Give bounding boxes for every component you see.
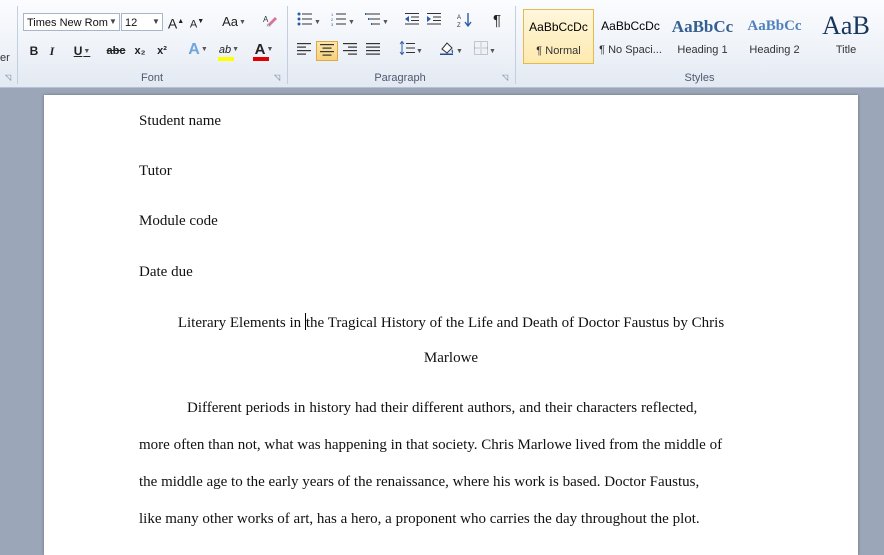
italic-button[interactable]: I <box>44 41 60 61</box>
style-name: ¶ No Spaci... <box>599 44 662 56</box>
subscript-button[interactable]: x₂ <box>131 41 149 61</box>
font-dialog-launcher-icon[interactable]: ◹ <box>274 74 282 82</box>
underline-icon: U <box>73 44 83 58</box>
multilevel-list-button[interactable]: ▼ <box>362 12 392 32</box>
highlight-icon: ab <box>218 44 232 56</box>
increase-indent-button[interactable] <box>424 12 444 32</box>
body-line: Different periods in history had their d… <box>187 400 698 416</box>
chevron-down-icon[interactable]: ▼ <box>150 14 162 30</box>
sort-icon: AZ <box>457 13 472 29</box>
ribbon: er ◹ Times New Rom ▼ 12 ▼ A▲ A▼ Aa▼ A B … <box>0 0 884 88</box>
superscript-button[interactable]: x² <box>153 41 171 61</box>
change-case-icon: Aa <box>222 14 238 29</box>
strikethrough-button[interactable]: abc <box>105 41 127 61</box>
align-right-button[interactable] <box>340 41 360 61</box>
font-group-label: Font <box>140 72 163 84</box>
bullets-icon <box>297 12 313 26</box>
text-effects-icon: A <box>188 41 200 59</box>
multilevel-list-icon <box>365 13 381 25</box>
shading-button[interactable]: ▼ <box>436 41 466 61</box>
style-name: Title <box>835 44 857 56</box>
text-effects-button[interactable]: A▼ <box>185 40 211 60</box>
highlight-color-bar <box>218 57 234 61</box>
tutor-line: Tutor <box>139 163 172 179</box>
align-right-icon <box>343 43 357 55</box>
grow-font-icon: A <box>167 15 178 32</box>
svg-text:A: A <box>263 15 269 24</box>
paragraph-dialog-launcher-icon[interactable]: ◹ <box>502 74 510 82</box>
increase-indent-icon <box>427 13 441 25</box>
style-normal[interactable]: AaBbCcDc ¶ Normal <box>523 9 594 64</box>
style-sample: AaBbCc <box>747 18 802 34</box>
numbering-button[interactable]: 1 2 3 ▼ <box>328 12 358 32</box>
style-name: ¶ Normal <box>536 45 581 57</box>
clipboard-dialog-launcher-icon[interactable]: ◹ <box>5 74 13 82</box>
align-center-icon <box>320 44 334 56</box>
essay-title-line-2: Marlowe <box>423 350 479 366</box>
shading-icon <box>440 42 454 55</box>
essay-title-line-1: Literary Elements in the Tragical Histor… <box>44 313 858 332</box>
style-sample: AaBbCc <box>671 17 734 36</box>
shrink-font-button[interactable]: A▼ <box>188 12 206 32</box>
body-line: the middle age to the early years of the… <box>139 474 700 490</box>
borders-button[interactable]: ▼ <box>470 41 500 61</box>
justify-icon <box>366 43 380 55</box>
line-spacing-icon <box>399 40 416 56</box>
sort-button[interactable]: AZ <box>455 12 475 32</box>
underline-button[interactable]: U▼ <box>70 41 94 61</box>
grow-font-button[interactable]: A▲ <box>167 12 185 32</box>
bold-button[interactable]: B <box>26 41 42 61</box>
font-color-bar <box>253 57 269 61</box>
module-code-line: Module code <box>139 213 218 229</box>
font-size-combo[interactable]: 12 ▼ <box>121 13 163 31</box>
svg-text:3: 3 <box>331 22 334 26</box>
body-line: like many other works of art, has a hero… <box>139 511 700 527</box>
line-spacing-button[interactable]: ▼ <box>396 40 426 61</box>
style-heading-1[interactable]: AaBbCc Heading 1 <box>667 9 738 64</box>
paragraph-group-label: Paragraph <box>374 72 426 84</box>
clear-formatting-icon: A <box>263 15 277 27</box>
student-name-line: Student name <box>139 113 222 129</box>
style-heading-2[interactable]: AaBbCc Heading 2 <box>739 9 810 64</box>
bullets-button[interactable]: ▼ <box>294 12 324 32</box>
style-sample: AaB <box>822 11 870 40</box>
font-name-combo[interactable]: Times New Rom ▼ <box>23 13 120 31</box>
font-size-value: 12 <box>125 17 138 29</box>
show-formatting-marks-button[interactable]: ¶ <box>487 11 507 31</box>
chevron-down-icon[interactable]: ▼ <box>107 14 119 30</box>
decrease-indent-button[interactable] <box>402 12 422 32</box>
style-sample: AaBbCcDc <box>601 19 660 33</box>
clear-formatting-button[interactable]: A <box>260 12 280 32</box>
style-name: Heading 2 <box>749 44 800 56</box>
styles-group-label: Styles <box>684 72 715 84</box>
document-page[interactable]: Student name Tutor Module code Date due … <box>44 95 858 555</box>
body-line: more often than not, what was happening … <box>139 437 723 453</box>
clipboard-group-edge: er <box>0 52 10 64</box>
font-name-value: Times New Rom <box>27 17 108 29</box>
change-case-button[interactable]: Aa▼ <box>220 12 248 32</box>
svg-text:Z: Z <box>457 23 461 28</box>
decrease-indent-icon <box>405 13 419 25</box>
font-color-icon: A <box>254 41 266 58</box>
style-sample: AaBbCcDc <box>529 20 588 34</box>
align-left-icon <box>297 43 311 55</box>
align-left-button[interactable] <box>294 41 314 61</box>
style-no-spacing[interactable]: AaBbCcDc ¶ No Spaci... <box>595 9 666 64</box>
justify-button[interactable] <box>363 41 383 61</box>
style-name: Heading 1 <box>677 44 728 56</box>
svg-text:A: A <box>457 15 461 21</box>
numbering-icon: 123 <box>331 12 347 27</box>
borders-icon <box>474 41 489 55</box>
align-center-button[interactable] <box>316 41 338 61</box>
essay-title-part-1: Literary Elements in <box>177 315 305 331</box>
date-due-line: Date due <box>139 264 193 280</box>
style-title[interactable]: AaB Title <box>811 9 881 64</box>
essay-title-part-2: the Tragical History of the Life and Dea… <box>305 315 725 331</box>
